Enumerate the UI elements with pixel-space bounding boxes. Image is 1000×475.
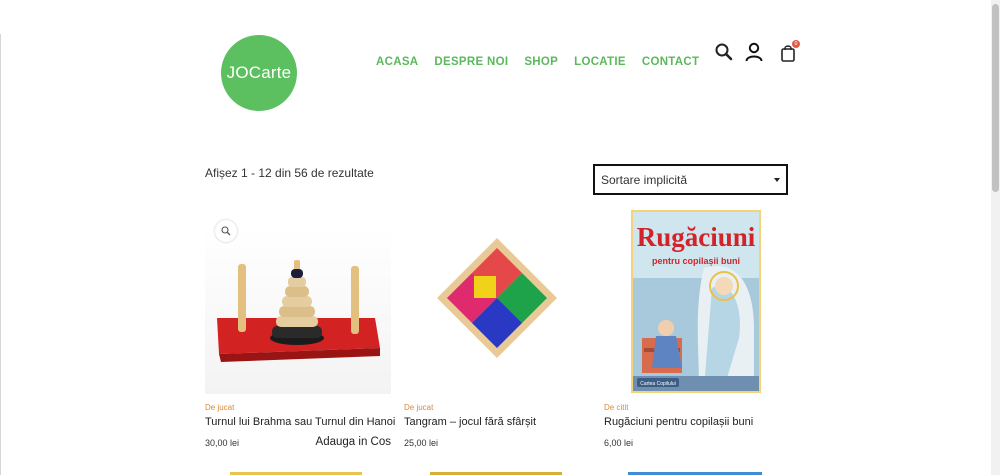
sort-selected-value: Sortare implicită <box>601 172 688 187</box>
product-category[interactable]: De jucat <box>205 403 234 412</box>
product-category[interactable]: De citit <box>604 403 628 412</box>
vertical-scrollbar[interactable] <box>991 0 1000 475</box>
zoom-icon[interactable] <box>215 220 237 242</box>
product-card: De jucat Tangram – jocul fără sfârșit 25… <box>404 208 590 448</box>
logo-text: JOCarte <box>226 63 292 82</box>
result-count: Afișez 1 - 12 din 56 de rezultate <box>205 166 374 180</box>
product-price: 30,00 lei <box>205 438 240 448</box>
product-title[interactable]: Tangram – jocul fără sfârșit <box>404 416 536 428</box>
product-category[interactable]: De jucat <box>404 403 433 412</box>
nav-item-despre-noi[interactable]: DESPRE NOI <box>434 56 508 68</box>
main-nav: ACASA DESPRE NOI SHOP LOCATIE CONTACT <box>376 56 699 68</box>
scrollbar-thumb[interactable] <box>992 4 999 192</box>
product-title[interactable]: Turnul lui Brahma sau Turnul din Hanoi <box>205 416 395 428</box>
book-title: Rugăciuni <box>637 222 756 252</box>
product-image-tower-of-hanoi[interactable] <box>205 208 391 394</box>
add-to-cart-button[interactable]: Adauga in Cos <box>316 436 391 448</box>
product-price: 25,00 lei <box>404 438 439 448</box>
caret-down-icon <box>774 178 780 182</box>
sort-select[interactable]: Sortare implicită <box>593 164 788 195</box>
book-publisher: Cartea Copilului <box>640 381 676 387</box>
nav-item-acasa[interactable]: ACASA <box>376 56 418 68</box>
cart-count-badge: 0 <box>792 40 800 48</box>
nav-item-shop[interactable]: SHOP <box>524 56 558 68</box>
site-logo[interactable]: JOCarte <box>221 35 297 111</box>
page-border <box>0 34 1 475</box>
product-price: 6,00 lei <box>604 438 634 448</box>
nav-item-contact[interactable]: CONTACT <box>642 56 699 68</box>
shopping-bag-icon[interactable]: 0 <box>780 40 802 62</box>
product-image-book-cover[interactable]: Rugăciuni pentru copilașii buni Cartea C… <box>604 208 790 394</box>
book-subtitle: pentru copilașii buni <box>652 256 740 266</box>
product-image-tangram[interactable] <box>404 208 590 394</box>
product-card: Rugăciuni pentru copilașii buni Cartea C… <box>604 208 790 448</box>
search-icon[interactable] <box>714 42 734 62</box>
product-title[interactable]: Rugăciuni pentru copilașii buni <box>604 416 753 428</box>
user-icon[interactable] <box>745 42 763 62</box>
nav-item-locatie[interactable]: LOCATIE <box>574 56 626 68</box>
product-card: De jucat Turnul lui Brahma sau Turnul di… <box>205 208 395 448</box>
